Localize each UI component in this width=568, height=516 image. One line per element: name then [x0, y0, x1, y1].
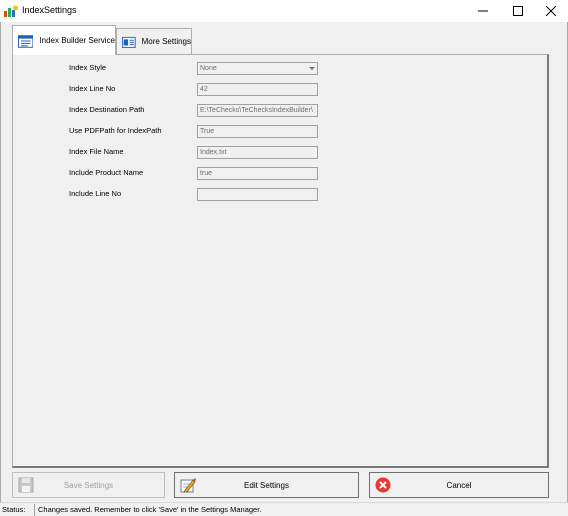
- index-line-no-label: Index Line No: [69, 84, 116, 93]
- use-pdfpath-label: Use PDFPath for IndexPath: [69, 126, 162, 135]
- index-style-value: None: [200, 65, 217, 72]
- maximize-icon: [513, 6, 523, 16]
- app-icon: [4, 5, 18, 17]
- chevron-down-icon: [309, 67, 315, 70]
- edit-pencil-icon: [180, 478, 196, 493]
- tab-index-builder-service[interactable]: Index Builder Service: [12, 25, 116, 55]
- include-line-no-field[interactable]: [197, 188, 318, 201]
- address-card-icon: [122, 36, 136, 48]
- status-divider: [34, 504, 35, 516]
- index-destination-path-field[interactable]: E:\TeChecks\TeChecksIndexBuilder\: [197, 104, 318, 117]
- status-label: Status:: [2, 505, 26, 514]
- edit-settings-label: Edit Settings: [244, 480, 289, 490]
- list-settings-icon: [18, 34, 34, 48]
- cancel-icon: [375, 477, 391, 493]
- index-style-label: Index Style: [69, 63, 107, 72]
- tab-label: More Settings: [141, 37, 191, 46]
- index-file-name-label: Index File Name: [69, 147, 124, 156]
- index-file-name-field[interactable]: Index.txt: [197, 146, 318, 159]
- tab-label: Index Builder Service: [39, 36, 115, 45]
- save-settings-button[interactable]: Save Settings: [12, 472, 165, 498]
- index-destination-path-label: Index Destination Path: [69, 105, 145, 114]
- close-icon: [546, 6, 556, 16]
- minimize-button[interactable]: [466, 0, 500, 22]
- save-settings-label: Save Settings: [63, 480, 114, 490]
- status-bar: Status: Changes saved. Remember to click…: [0, 502, 568, 516]
- window-title: IndexSettings: [22, 5, 77, 15]
- index-line-no-field[interactable]: 42: [197, 83, 318, 96]
- cancel-button[interactable]: Cancel: [369, 472, 549, 498]
- close-button[interactable]: [534, 0, 568, 22]
- include-product-name-label: Include Product Name: [69, 168, 144, 177]
- include-line-no-label: Include Line No: [69, 189, 122, 198]
- index-style-select[interactable]: None: [197, 62, 318, 75]
- tab-more-settings[interactable]: More Settings: [116, 28, 192, 54]
- use-pdfpath-field[interactable]: True: [197, 125, 318, 138]
- title-bar[interactable]: IndexSettings: [0, 0, 568, 22]
- cancel-label: Cancel: [446, 480, 472, 490]
- edit-settings-button[interactable]: Edit Settings: [174, 472, 359, 498]
- status-message: Changes saved. Remember to click 'Save' …: [38, 505, 262, 514]
- tab-panel-index-builder: Index Style None Index Line No 42 Index …: [12, 54, 549, 468]
- maximize-button[interactable]: [501, 0, 535, 22]
- minimize-icon: [478, 10, 488, 12]
- floppy-disk-icon: [18, 477, 34, 493]
- include-product-name-field[interactable]: true: [197, 167, 318, 180]
